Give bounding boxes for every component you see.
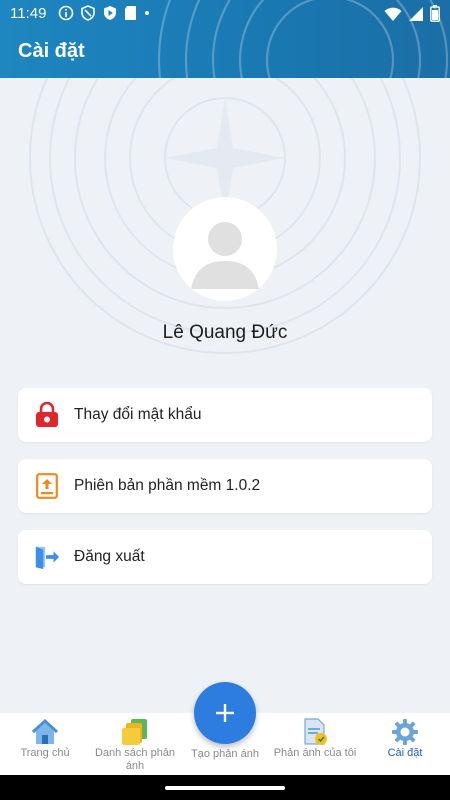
play-shield-icon xyxy=(104,6,116,20)
gear-icon xyxy=(390,717,420,747)
nav-settings[interactable]: Cài đặt xyxy=(360,713,450,775)
status-time: 11:49 xyxy=(10,5,47,22)
change-password-button[interactable]: Thay đổi mật khẩu xyxy=(18,388,432,442)
info-icon xyxy=(58,5,74,21)
user-silhouette-icon xyxy=(191,222,259,289)
battery-icon xyxy=(430,5,440,22)
document-badge-icon xyxy=(300,717,330,747)
user-name: Lê Quang Đức xyxy=(162,322,288,343)
plus-icon xyxy=(216,704,234,722)
nav-home-label: Trang chủ xyxy=(20,747,70,759)
logout-label: Đăng xuất xyxy=(74,548,145,565)
nav-report-list-label: Danh sách phản ánh xyxy=(94,747,176,772)
nav-my-reports[interactable]: Phản ánh của tôi xyxy=(270,713,360,775)
home-icon xyxy=(30,717,60,747)
logout-icon xyxy=(34,544,60,570)
nav-home[interactable]: Trang chủ xyxy=(0,713,90,775)
software-version-button[interactable]: Phiên bản phần mềm 1.0.2 xyxy=(18,459,432,513)
home-gesture-handle[interactable] xyxy=(165,786,285,790)
nav-settings-label: Cài đặt xyxy=(387,747,423,759)
sd-card-icon xyxy=(125,6,136,20)
status-bar: 11:49 xyxy=(0,0,450,28)
signal-icon xyxy=(409,6,423,21)
nav-report-list[interactable]: Danh sách phản ánh xyxy=(90,713,180,775)
dot-icon xyxy=(145,11,149,15)
logout-button[interactable]: Đăng xuất xyxy=(18,530,432,584)
shield-icon xyxy=(81,5,95,21)
upload-file-icon xyxy=(34,473,60,499)
folders-icon xyxy=(120,717,150,747)
page-title: Cài đặt xyxy=(18,40,85,62)
nav-my-reports-label: Phản ánh của tôi xyxy=(273,747,357,759)
avatar[interactable] xyxy=(173,197,277,301)
create-report-label: Tạo phản ánh xyxy=(191,748,259,760)
software-version-label: Phiên bản phần mềm 1.0.2 xyxy=(74,477,261,494)
change-password-label: Thay đổi mật khẩu xyxy=(74,406,202,423)
create-report-button[interactable] xyxy=(194,682,256,744)
wifi-icon xyxy=(384,7,402,21)
lock-icon xyxy=(34,402,60,428)
